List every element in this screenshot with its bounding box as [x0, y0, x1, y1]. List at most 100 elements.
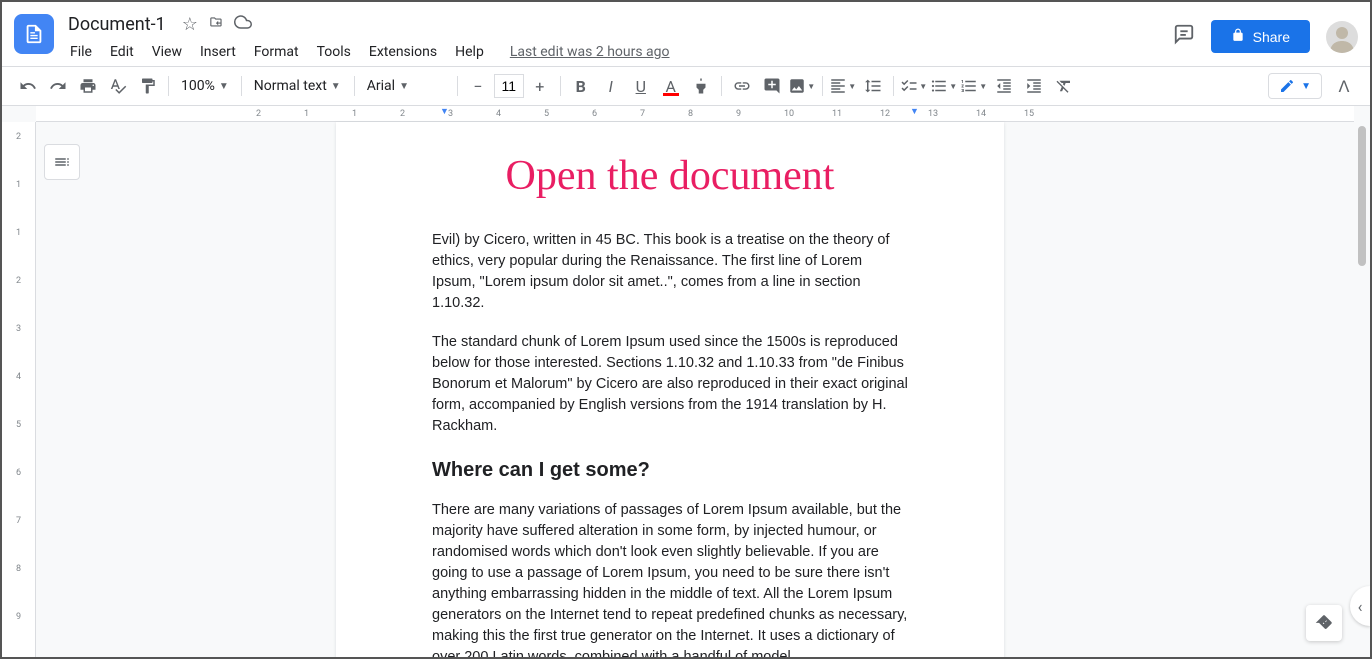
- document-heading[interactable]: Open the document: [432, 152, 908, 200]
- ruler-tick: 12: [880, 109, 890, 119]
- line-spacing-button[interactable]: [859, 72, 887, 100]
- ruler-tick: 5: [544, 109, 549, 119]
- ruler-tick: 6: [16, 468, 21, 478]
- insert-image-button[interactable]: ▼: [788, 72, 816, 100]
- ruler-tick: 6: [592, 109, 597, 119]
- ruler-tick: 1: [304, 109, 309, 119]
- zoom-dropdown[interactable]: 100%▼: [175, 72, 235, 100]
- indent-decrease-button[interactable]: [990, 72, 1018, 100]
- undo-button[interactable]: [14, 72, 42, 100]
- menu-bar: File Edit View Insert Format Tools Exten…: [62, 38, 1173, 66]
- vertical-scrollbar[interactable]: [1356, 122, 1368, 641]
- star-icon[interactable]: ☆: [182, 14, 198, 35]
- ruler-tick: 2: [16, 276, 21, 286]
- ruler-tick: 13: [928, 109, 938, 119]
- separator: [893, 76, 894, 96]
- menu-extensions[interactable]: Extensions: [361, 40, 445, 64]
- font-size-decrease[interactable]: −: [464, 72, 492, 100]
- menu-edit[interactable]: Edit: [102, 40, 142, 64]
- ruler-tick: 11: [832, 109, 842, 119]
- align-button[interactable]: ▼: [829, 72, 857, 100]
- vertical-ruler[interactable]: 2112345678910: [2, 122, 36, 657]
- lock-icon: [1231, 28, 1245, 45]
- ruler-tick: 4: [16, 372, 21, 382]
- ruler-tick: 3: [448, 109, 453, 119]
- separator: [354, 76, 355, 96]
- heading-2[interactable]: Where can I get some?: [432, 459, 908, 482]
- italic-button[interactable]: I: [597, 72, 625, 100]
- redo-button[interactable]: [44, 72, 72, 100]
- menu-insert[interactable]: Insert: [192, 40, 244, 64]
- underline-button[interactable]: U: [627, 72, 655, 100]
- ruler-tick: 9: [16, 612, 21, 622]
- paint-format-button[interactable]: [134, 72, 162, 100]
- ruler-tick: 1: [352, 109, 357, 119]
- ruler-tick: 2: [400, 109, 405, 119]
- toolbar-right: ▼ ᐱ: [1268, 72, 1358, 100]
- paragraph-3[interactable]: There are many variations of passages of…: [432, 500, 908, 657]
- ruler-tick: 4: [496, 109, 501, 119]
- ruler-tick: 3: [16, 324, 21, 334]
- cloud-status-icon[interactable]: [234, 13, 252, 36]
- insert-link-button[interactable]: [728, 72, 756, 100]
- ruler-tick: 8: [16, 564, 21, 574]
- ruler-tick: 1: [16, 180, 21, 190]
- document-page[interactable]: Open the document Evil) by Cicero, writt…: [336, 122, 1004, 657]
- highlight-button[interactable]: [687, 72, 715, 100]
- user-avatar[interactable]: [1326, 21, 1358, 53]
- docs-app-icon[interactable]: [14, 14, 54, 54]
- ruler-tick: 10: [784, 109, 794, 119]
- side-panel-handle[interactable]: ‹: [1350, 586, 1370, 626]
- separator: [822, 76, 823, 96]
- title-bar: Document-1 ☆ File Edit View Insert Forma…: [2, 2, 1370, 66]
- separator: [560, 76, 561, 96]
- menu-help[interactable]: Help: [447, 40, 492, 64]
- scroll-thumb[interactable]: [1358, 126, 1366, 266]
- collapse-toolbar-button[interactable]: ᐱ: [1330, 72, 1358, 100]
- menu-view[interactable]: View: [144, 40, 190, 64]
- spellcheck-button[interactable]: [104, 72, 132, 100]
- separator: [721, 76, 722, 96]
- horizontal-ruler[interactable]: 21123456789101112131415: [36, 106, 1354, 122]
- menu-file[interactable]: File: [62, 40, 100, 64]
- explore-button[interactable]: [1306, 605, 1342, 641]
- add-comment-button[interactable]: [758, 72, 786, 100]
- separator: [241, 76, 242, 96]
- bold-button[interactable]: B: [567, 72, 595, 100]
- comments-icon[interactable]: [1173, 23, 1195, 51]
- document-title[interactable]: Document-1: [62, 12, 172, 37]
- editing-mode-button[interactable]: ▼: [1268, 73, 1322, 99]
- paragraph-2[interactable]: The standard chunk of Lorem Ipsum used s…: [432, 332, 908, 437]
- separator: [457, 76, 458, 96]
- indent-increase-button[interactable]: [1020, 72, 1048, 100]
- ruler-tick: 8: [688, 109, 693, 119]
- right-indent-marker[interactable]: [910, 106, 919, 117]
- text-color-button[interactable]: A: [657, 72, 685, 100]
- last-edit-link[interactable]: Last edit was 2 hours ago: [510, 44, 670, 60]
- ruler-tick: 14: [976, 109, 986, 119]
- clear-format-button[interactable]: [1050, 72, 1078, 100]
- move-icon[interactable]: [208, 14, 224, 35]
- share-label: Share: [1253, 29, 1290, 45]
- outline-toggle-icon[interactable]: [44, 144, 80, 180]
- ruler-tick: 7: [640, 109, 645, 119]
- title-area: Document-1 ☆ File Edit View Insert Forma…: [62, 10, 1173, 66]
- numbered-list-button[interactable]: ▼: [960, 72, 988, 100]
- ruler-tick: 2: [16, 132, 21, 142]
- bullet-list-button[interactable]: ▼: [930, 72, 958, 100]
- paragraph-1[interactable]: Evil) by Cicero, written in 45 BC. This …: [432, 230, 908, 314]
- ruler-tick: 5: [16, 420, 21, 430]
- font-size-input[interactable]: [494, 74, 524, 98]
- font-dropdown[interactable]: Arial▼: [361, 72, 451, 100]
- font-size-group: − +: [464, 72, 554, 100]
- checklist-button[interactable]: ▼: [900, 72, 928, 100]
- print-button[interactable]: [74, 72, 102, 100]
- ruler-tick: 1: [16, 228, 21, 238]
- menu-format[interactable]: Format: [246, 40, 307, 64]
- workspace: 21123456789101112131415 2112345678910 Op…: [2, 106, 1370, 657]
- font-size-increase[interactable]: +: [526, 72, 554, 100]
- menu-tools[interactable]: Tools: [309, 40, 359, 64]
- style-dropdown[interactable]: Normal text▼: [248, 72, 348, 100]
- share-button[interactable]: Share: [1211, 20, 1310, 53]
- ruler-tick: 2: [256, 109, 261, 119]
